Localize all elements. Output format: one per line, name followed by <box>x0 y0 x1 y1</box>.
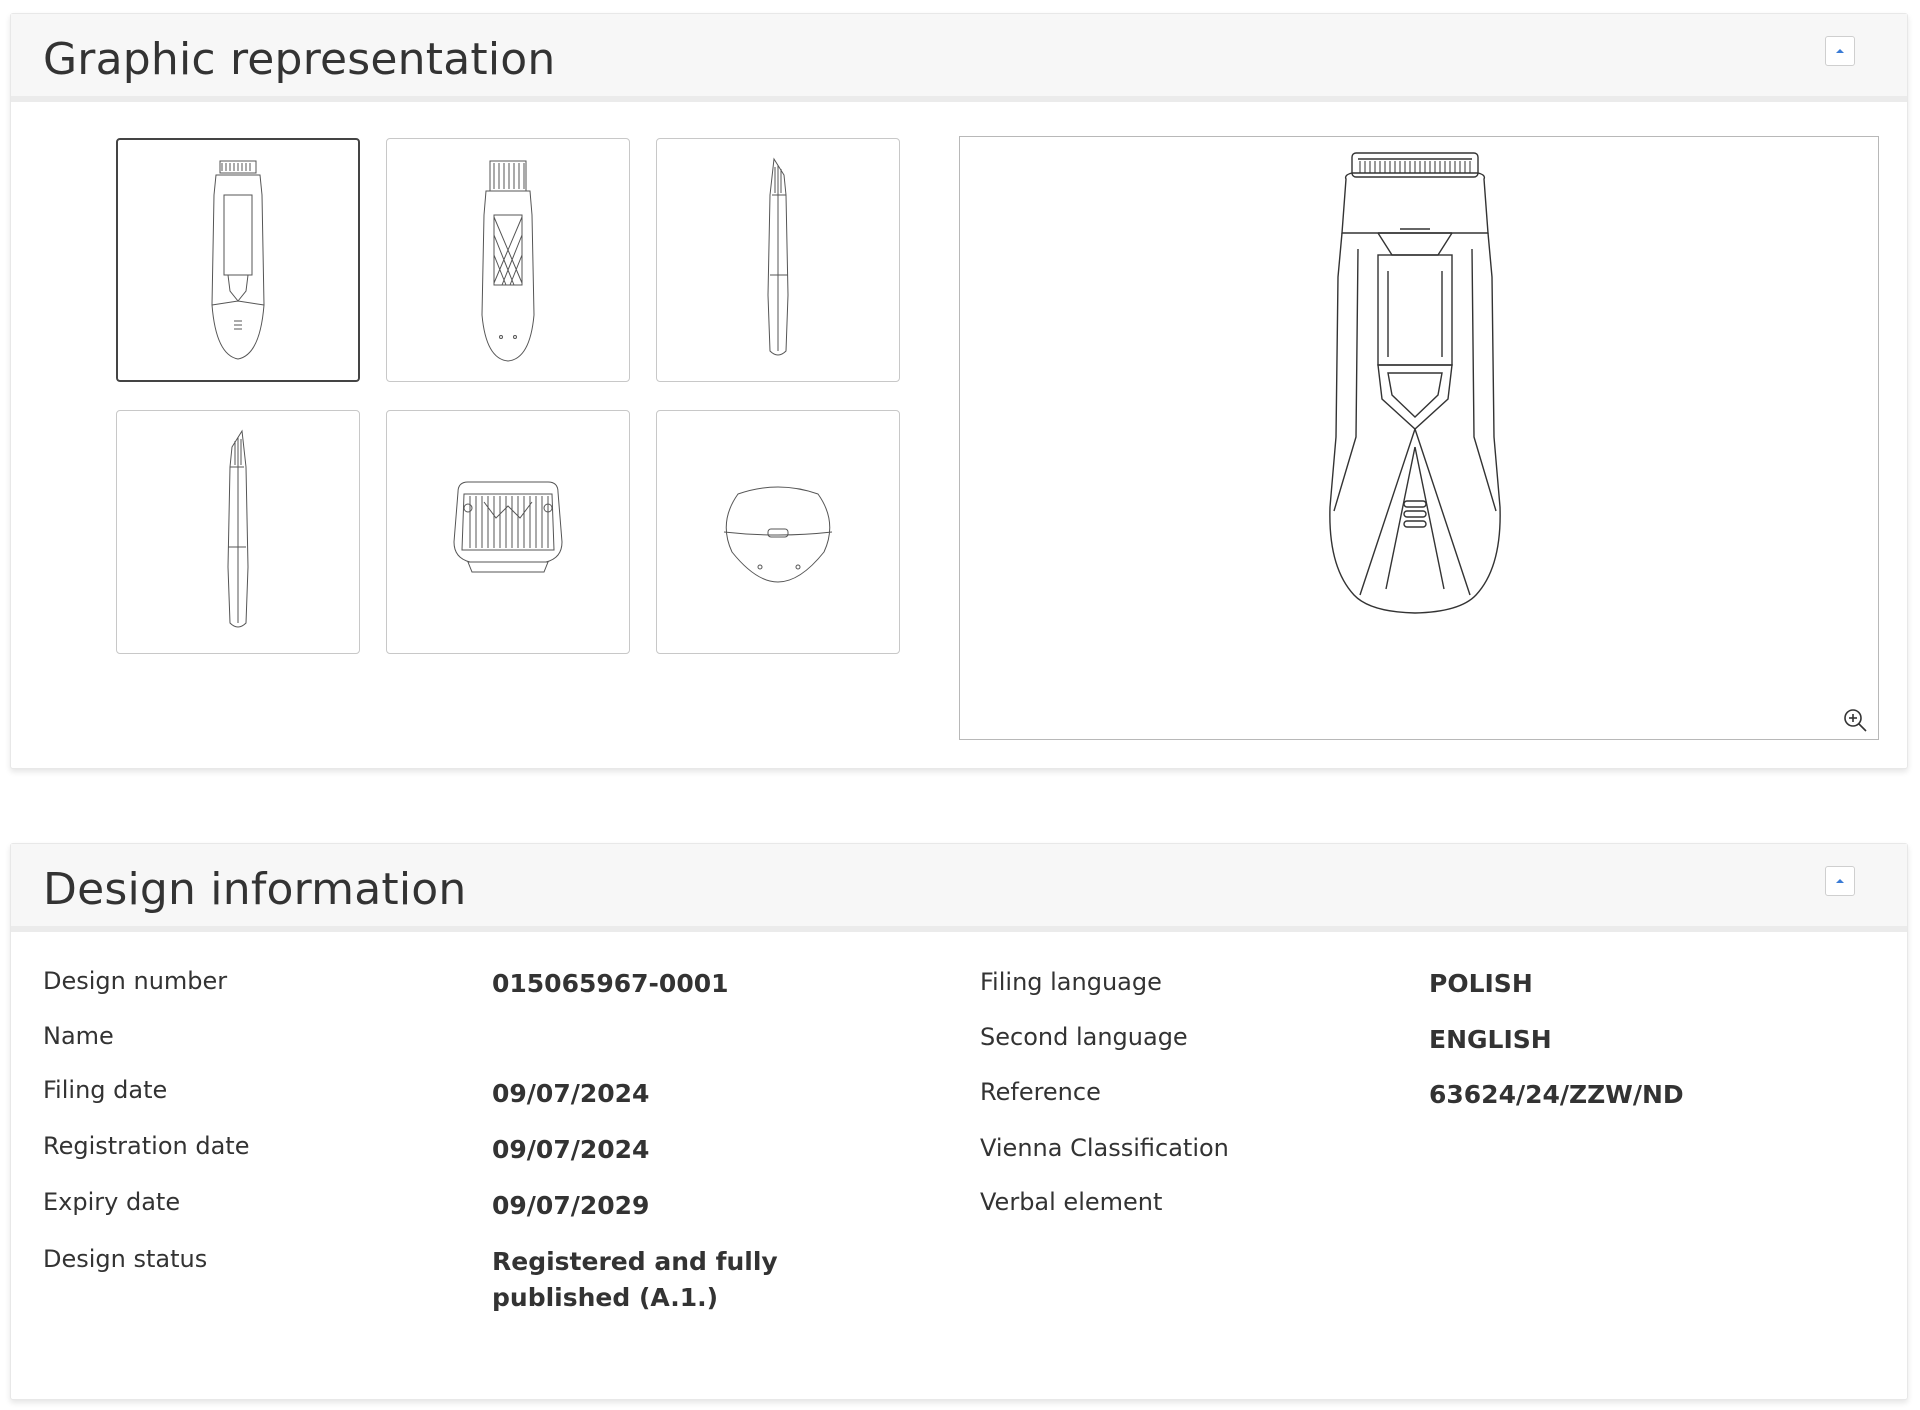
filing-date-label: Filing date <box>43 1076 168 1104</box>
trimmer-back-image <box>481 160 535 362</box>
vienna-classification-label: Vienna Classification <box>980 1134 1229 1162</box>
chevron-up-icon <box>1836 49 1844 53</box>
graphic-representation-panel: Graphic representation <box>10 13 1908 769</box>
trimmer-front-large-image <box>1329 152 1501 614</box>
panel-title: Graphic representation <box>43 34 556 85</box>
collapse-button[interactable] <box>1825 866 1855 896</box>
panel-header: Design information <box>11 844 1907 932</box>
design-status-value: Registered and fully published (A.1.) <box>492 1247 778 1312</box>
design-number-value: 015065967-0001 <box>492 969 729 998</box>
panel-header: Graphic representation <box>11 14 1907 102</box>
expiry-date-label: Expiry date <box>43 1188 181 1216</box>
filing-language-label: Filing language <box>980 968 1162 996</box>
thumbnail-back-view[interactable] <box>386 138 630 382</box>
reference-label: Reference <box>980 1078 1101 1106</box>
panel-title: Design information <box>43 864 467 915</box>
trimmer-side-image <box>767 157 789 356</box>
thumbnail-bottom-view[interactable] <box>656 410 900 654</box>
name-label: Name <box>43 1022 114 1050</box>
design-number-label: Design number <box>43 967 228 995</box>
thumbnail-right-side-view[interactable] <box>116 410 360 654</box>
design-information-panel: Design information Design number 0150659… <box>10 843 1908 1400</box>
filing-date-value: 09/07/2024 <box>492 1079 650 1108</box>
design-status-label: Design status <box>43 1245 208 1273</box>
thumbnail-top-view[interactable] <box>386 410 630 654</box>
trimmer-base-image <box>723 486 833 583</box>
second-language-label: Second language <box>980 1023 1188 1051</box>
filing-language-value: POLISH <box>1429 969 1533 998</box>
reference-value: 63624/24/ZZW/ND <box>1429 1080 1684 1109</box>
registration-date-label: Registration date <box>43 1132 250 1160</box>
trimmer-blade-image <box>453 481 563 573</box>
verbal-element-label: Verbal element <box>980 1188 1163 1216</box>
thumbnail-front-view[interactable] <box>116 138 360 382</box>
zoom-in-icon[interactable] <box>1842 707 1868 733</box>
thumbnail-left-side-view[interactable] <box>656 138 900 382</box>
trimmer-side-image <box>227 429 249 628</box>
collapse-button[interactable] <box>1825 36 1855 66</box>
chevron-up-icon <box>1836 879 1844 883</box>
trimmer-front-image <box>211 160 265 360</box>
registration-date-value: 09/07/2024 <box>492 1135 650 1164</box>
second-language-value: ENGLISH <box>1429 1025 1552 1054</box>
expiry-date-value: 09/07/2029 <box>492 1191 650 1220</box>
main-preview <box>959 136 1879 740</box>
